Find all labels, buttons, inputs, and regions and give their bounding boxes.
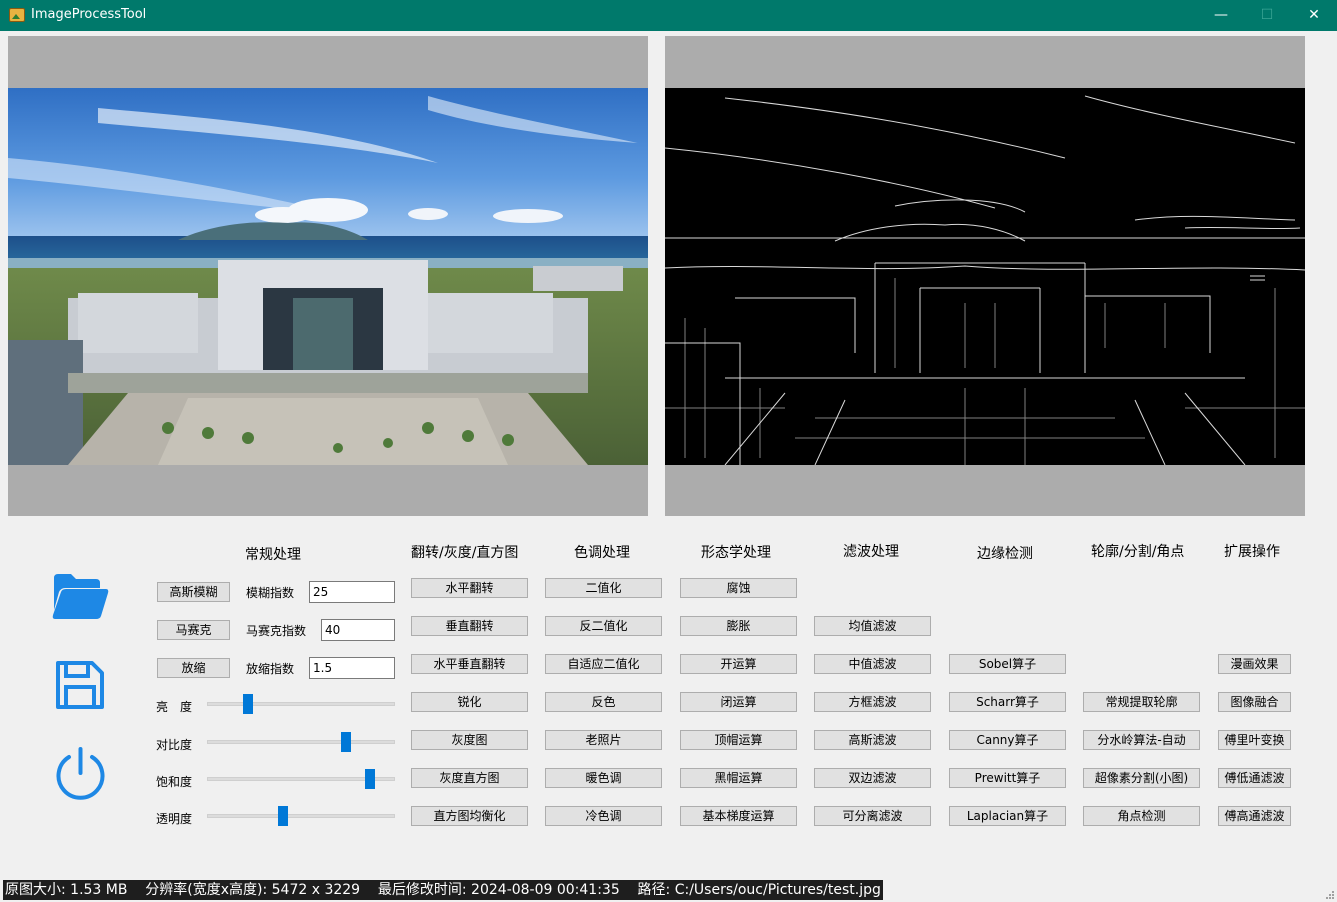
gaussian-blur-button[interactable]: 高斯模糊 <box>157 582 230 602</box>
flip-button-6[interactable]: 灰度直方图 <box>411 768 528 788</box>
section-filter-title: 滤波处理 <box>843 544 899 560</box>
morph-button-7[interactable]: 基本梯度运算 <box>680 806 797 826</box>
contour-button-1[interactable]: 常规提取轮廓 <box>1083 692 1200 712</box>
filter-button-1[interactable]: 均值滤波 <box>814 616 931 636</box>
tone-button-7[interactable]: 冷色调 <box>545 806 662 826</box>
processed-image-panel <box>665 36 1305 516</box>
flip-button-3[interactable]: 水平垂直翻转 <box>411 654 528 674</box>
contour-button-3[interactable]: 超像素分割(小图) <box>1083 768 1200 788</box>
app-icon <box>9 8 25 22</box>
opacity-slider-thumb[interactable] <box>278 806 288 826</box>
contrast-slider-track[interactable] <box>207 740 395 744</box>
tone-button-3[interactable]: 自适应二值化 <box>545 654 662 674</box>
processed-image <box>665 88 1305 465</box>
edge-button-2[interactable]: Scharr算子 <box>949 692 1066 712</box>
contour-button-2[interactable]: 分水岭算法-自动 <box>1083 730 1200 750</box>
section-edge-title: 边缘检测 <box>977 546 1033 562</box>
minimize-button[interactable]: — <box>1198 0 1244 31</box>
ext-button-5[interactable]: 傅高通滤波 <box>1218 806 1291 826</box>
scale-index-label: 放缩指数 <box>246 662 295 676</box>
morph-button-2[interactable]: 膨胀 <box>680 616 797 636</box>
scale-index-input[interactable] <box>309 657 395 679</box>
window-title: ImageProcessTool <box>31 7 147 22</box>
edge-button-3[interactable]: Canny算子 <box>949 730 1066 750</box>
blur-index-label: 模糊指数 <box>246 586 295 600</box>
morph-button-5[interactable]: 顶帽运算 <box>680 730 797 750</box>
edge-button-4[interactable]: Prewitt算子 <box>949 768 1066 788</box>
title-bar: ImageProcessTool — ☐ ✕ <box>0 0 1337 31</box>
flip-button-5[interactable]: 灰度图 <box>411 730 528 750</box>
flip-button-7[interactable]: 直方图均衡化 <box>411 806 528 826</box>
tone-button-4[interactable]: 反色 <box>545 692 662 712</box>
contrast-label: 对比度 <box>156 738 193 752</box>
filter-button-6[interactable]: 可分离滤波 <box>814 806 931 826</box>
section-morph-title: 形态学处理 <box>701 545 771 561</box>
tone-button-5[interactable]: 老照片 <box>545 730 662 750</box>
filter-button-4[interactable]: 高斯滤波 <box>814 730 931 750</box>
blur-index-input[interactable] <box>309 581 395 603</box>
contrast-slider[interactable] <box>207 732 395 752</box>
morph-button-6[interactable]: 黑帽运算 <box>680 768 797 788</box>
scale-button[interactable]: 放缩 <box>157 658 230 678</box>
contour-button-4[interactable]: 角点检测 <box>1083 806 1200 826</box>
save-icon[interactable] <box>54 659 106 711</box>
opacity-label: 透明度 <box>156 812 193 826</box>
brightness-slider-thumb[interactable] <box>243 694 253 714</box>
brightness-label: 亮 度 <box>156 700 193 714</box>
edge-button-5[interactable]: Laplacian算子 <box>949 806 1066 826</box>
filter-button-2[interactable]: 中值滤波 <box>814 654 931 674</box>
ext-button-4[interactable]: 傅低通滤波 <box>1218 768 1291 788</box>
filter-button-3[interactable]: 方框滤波 <box>814 692 931 712</box>
section-tone-title: 色调处理 <box>574 545 630 561</box>
section-general-title: 常规处理 <box>245 547 301 563</box>
flip-button-1[interactable]: 水平翻转 <box>411 578 528 598</box>
tone-button-6[interactable]: 暖色调 <box>545 768 662 788</box>
original-image-panel <box>8 36 648 516</box>
opacity-slider[interactable] <box>207 806 395 826</box>
ext-button-3[interactable]: 傅里叶变换 <box>1218 730 1291 750</box>
saturation-label: 饱和度 <box>156 775 193 789</box>
flip-button-2[interactable]: 垂直翻转 <box>411 616 528 636</box>
morph-button-1[interactable]: 腐蚀 <box>680 578 797 598</box>
status-text: 原图大小: 1.53 MB 分辨率(宽度x高度): 5472 x 3229 最后… <box>3 880 883 900</box>
contrast-slider-thumb[interactable] <box>341 732 351 752</box>
folder-icon[interactable] <box>51 570 109 622</box>
tone-button-1[interactable]: 二值化 <box>545 578 662 598</box>
mosaic-index-input[interactable] <box>321 619 395 641</box>
status-bar: 原图大小: 1.53 MB 分辨率(宽度x高度): 5472 x 3229 最后… <box>0 879 1337 902</box>
power-icon[interactable] <box>53 745 108 800</box>
ext-button-2[interactable]: 图像融合 <box>1218 692 1291 712</box>
mosaic-index-label: 马赛克指数 <box>246 624 307 638</box>
section-ext-title: 扩展操作 <box>1224 544 1280 560</box>
tone-button-2[interactable]: 反二值化 <box>545 616 662 636</box>
filter-button-5[interactable]: 双边滤波 <box>814 768 931 788</box>
opacity-slider-track[interactable] <box>207 814 395 818</box>
saturation-slider-thumb[interactable] <box>365 769 375 789</box>
brightness-slider[interactable] <box>207 694 395 714</box>
edge-button-1[interactable]: Sobel算子 <box>949 654 1066 674</box>
mosaic-button[interactable]: 马赛克 <box>157 620 230 640</box>
flip-button-4[interactable]: 锐化 <box>411 692 528 712</box>
section-flip-title: 翻转/灰度/直方图 <box>411 545 519 561</box>
maximize-button[interactable]: ☐ <box>1244 0 1290 31</box>
brightness-slider-track[interactable] <box>207 702 395 706</box>
saturation-slider[interactable] <box>207 769 395 789</box>
morph-button-3[interactable]: 开运算 <box>680 654 797 674</box>
morph-button-4[interactable]: 闭运算 <box>680 692 797 712</box>
resize-grip-icon[interactable] <box>1324 889 1334 899</box>
close-button[interactable]: ✕ <box>1291 0 1337 31</box>
section-contour-title: 轮廓/分割/角点 <box>1091 544 1185 560</box>
original-image <box>8 88 648 465</box>
ext-button-1[interactable]: 漫画效果 <box>1218 654 1291 674</box>
